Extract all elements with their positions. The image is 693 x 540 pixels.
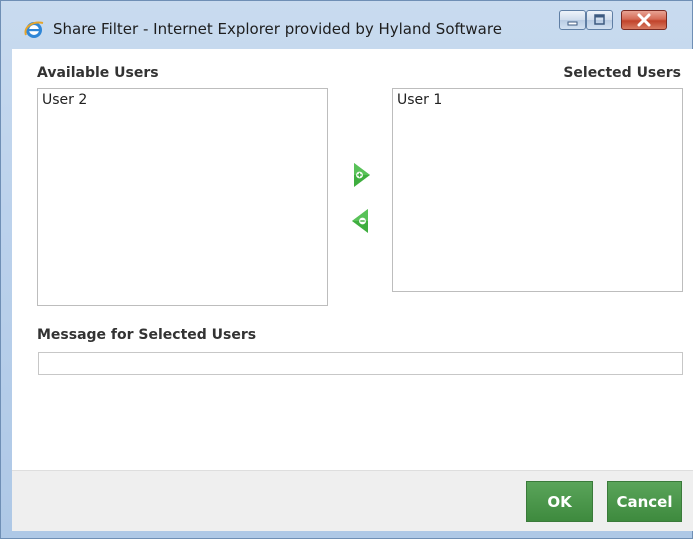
close-button[interactable] [621, 10, 667, 30]
close-icon [637, 13, 651, 27]
message-label: Message for Selected Users [37, 327, 257, 343]
ok-button[interactable]: OK [526, 481, 593, 522]
minimize-button[interactable] [559, 10, 586, 30]
list-item-user-2[interactable]: User 2 [42, 92, 87, 108]
minimize-icon [567, 21, 578, 26]
selected-users-label: Selected Users [563, 65, 681, 81]
remove-arrow-icon[interactable] [350, 207, 370, 235]
available-users-list[interactable]: User 2 [37, 88, 328, 306]
share-filter-window: Share Filter - Internet Explorer provide… [0, 0, 693, 539]
title-bar[interactable]: Share Filter - Internet Explorer provide… [1, 1, 693, 49]
message-input[interactable] [38, 352, 683, 375]
maximize-button[interactable] [586, 10, 613, 30]
selected-users-list[interactable]: User 1 [392, 88, 683, 292]
maximize-icon [594, 14, 605, 25]
cancel-button[interactable]: Cancel [607, 481, 682, 522]
list-item-user-1[interactable]: User 1 [397, 92, 442, 108]
available-users-label: Available Users [37, 65, 159, 81]
window-title: Share Filter - Internet Explorer provide… [53, 20, 502, 38]
add-arrow-icon[interactable] [352, 161, 372, 189]
internet-explorer-icon [24, 21, 44, 38]
